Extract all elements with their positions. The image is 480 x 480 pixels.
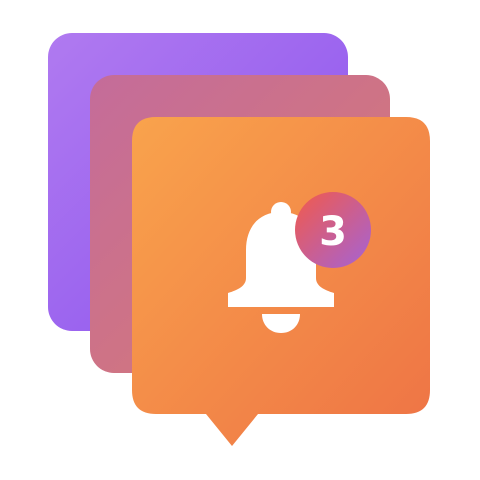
notification-illustration: 3	[0, 0, 480, 480]
notification-badge: 3	[295, 192, 371, 268]
badge-count: 3	[319, 209, 347, 255]
notification-stack-graphic: 3	[48, 33, 430, 446]
